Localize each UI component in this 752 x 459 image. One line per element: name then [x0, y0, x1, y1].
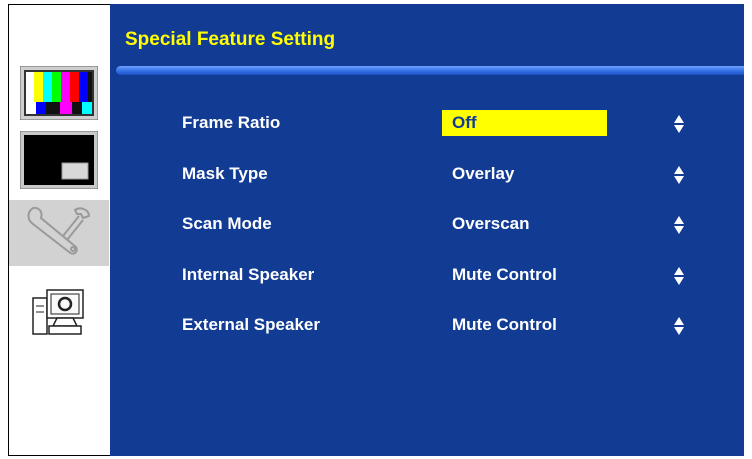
- setting-value[interactable]: Overscan: [442, 211, 597, 237]
- computer-system-icon: [32, 289, 84, 335]
- sidebar-tab-system[interactable]: [9, 279, 109, 345]
- setting-row-external-speaker[interactable]: External Speaker Mute Control: [110, 312, 744, 338]
- title-underline-bar: [116, 66, 744, 75]
- up-down-arrows-icon[interactable]: [674, 115, 684, 133]
- setting-label: Mask Type: [182, 164, 268, 183]
- setting-label: Frame Ratio: [182, 113, 281, 132]
- up-down-arrows-icon[interactable]: [674, 267, 684, 285]
- setting-value[interactable]: Off: [442, 110, 607, 136]
- setting-label: Scan Mode: [182, 214, 272, 233]
- picture-in-picture-icon: [20, 131, 98, 189]
- sidebar-tab-pip[interactable]: [9, 127, 109, 193]
- setting-value[interactable]: Overlay: [442, 161, 597, 187]
- setting-row-scan-mode[interactable]: Scan Mode Overscan: [110, 211, 744, 237]
- osd-menu: Special Feature Setting Frame Ratio Off …: [8, 4, 744, 456]
- sidebar-tab-picture[interactable]: [9, 60, 109, 126]
- setting-row-internal-speaker[interactable]: Internal Speaker Mute Control: [110, 262, 744, 288]
- page-title: Special Feature Setting: [125, 29, 336, 50]
- color-bars-icon: [20, 66, 98, 120]
- setting-value[interactable]: Mute Control: [442, 312, 597, 338]
- setting-row-frame-ratio[interactable]: Frame Ratio Off: [110, 110, 744, 136]
- up-down-arrows-icon[interactable]: [674, 216, 684, 234]
- setting-row-mask-type[interactable]: Mask Type Overlay: [110, 161, 744, 187]
- sidebar: [8, 4, 110, 456]
- wrench-tools-icon: [27, 206, 91, 255]
- main-panel: Special Feature Setting Frame Ratio Off …: [110, 4, 744, 456]
- setting-value[interactable]: Mute Control: [442, 262, 597, 288]
- up-down-arrows-icon[interactable]: [674, 317, 684, 335]
- setting-label: Internal Speaker: [182, 265, 315, 284]
- sidebar-tab-special-feature[interactable]: [9, 200, 109, 266]
- up-down-arrows-icon[interactable]: [674, 166, 684, 184]
- setting-label: External Speaker: [182, 315, 320, 334]
